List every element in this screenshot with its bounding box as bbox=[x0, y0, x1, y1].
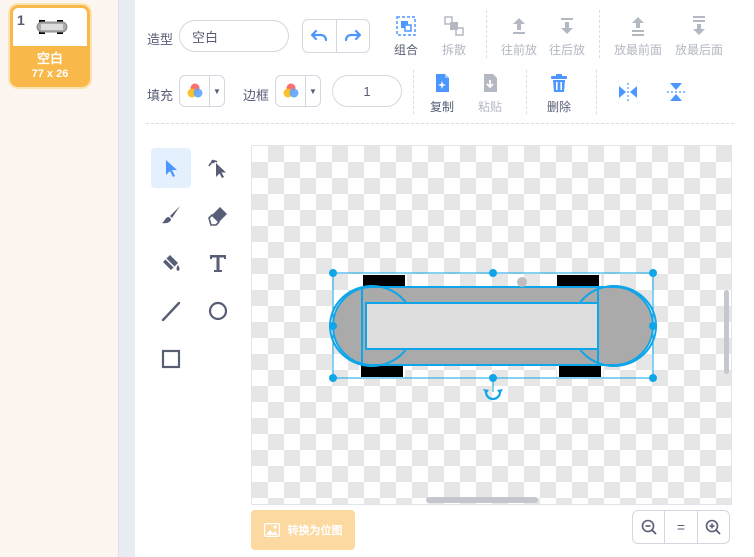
group-icon bbox=[396, 16, 416, 36]
rectangle-icon bbox=[161, 349, 181, 369]
costume-number: 1 bbox=[17, 12, 25, 28]
multicolor-swatch-icon bbox=[283, 83, 298, 98]
text-tool[interactable] bbox=[198, 243, 238, 283]
bring-to-front-icon bbox=[632, 17, 644, 36]
copy-icon bbox=[436, 74, 449, 92]
circle-icon bbox=[208, 301, 228, 321]
rectangle-tool[interactable] bbox=[151, 339, 191, 379]
canvas-vertical-scrollbar[interactable] bbox=[724, 290, 729, 374]
undo-redo-group bbox=[302, 19, 370, 53]
costume-list-pane: 1 空白 77 x 26 bbox=[0, 0, 118, 557]
drawing-canvas[interactable] bbox=[251, 145, 732, 505]
skateboard-shape bbox=[329, 273, 657, 379]
zoom-in-button[interactable] bbox=[698, 511, 729, 543]
zoom-controls: = bbox=[632, 510, 730, 544]
reshape-pointer-icon bbox=[208, 159, 226, 178]
line-icon bbox=[161, 301, 181, 322]
reshape-tool[interactable] bbox=[198, 148, 238, 188]
fill-color-swatch bbox=[180, 76, 210, 106]
paste-button[interactable]: 粘贴 bbox=[462, 72, 518, 115]
redo-icon bbox=[344, 29, 361, 42]
paint-editor: 造型 组合 拆散 往前放 往后放 bbox=[136, 0, 754, 557]
circle-tool[interactable] bbox=[198, 291, 238, 331]
eraser-tool[interactable] bbox=[198, 195, 238, 235]
front-button[interactable]: 放最前面 bbox=[610, 15, 666, 58]
chevron-down-icon: ▼ bbox=[309, 86, 317, 96]
flip-horizontal-button[interactable] bbox=[608, 72, 648, 112]
flip-vertical-icon bbox=[667, 83, 685, 101]
toolbar-separator bbox=[599, 10, 600, 58]
costume-name-input[interactable] bbox=[179, 20, 289, 52]
front-label: 放最前面 bbox=[613, 43, 662, 57]
canvas-artwork bbox=[329, 269, 657, 401]
outline-label: 边框 bbox=[243, 88, 270, 103]
paste-icon bbox=[484, 74, 497, 92]
outline-width-input[interactable] bbox=[332, 75, 402, 107]
ungroup-button[interactable]: 拆散 bbox=[426, 15, 482, 58]
fill-tool[interactable] bbox=[151, 243, 191, 283]
back-label: 放最后面 bbox=[674, 43, 723, 57]
copy-label: 复制 bbox=[429, 100, 454, 114]
toolbar-separator bbox=[486, 10, 487, 58]
trash-icon bbox=[551, 74, 567, 92]
toolbar-divider bbox=[146, 123, 734, 124]
convert-to-bitmap-button[interactable]: 转换为位图 bbox=[251, 510, 355, 550]
zoom-in-icon bbox=[706, 519, 721, 535]
canvas-horizontal-scrollbar[interactable] bbox=[426, 497, 538, 503]
convert-to-bitmap-label: 转换为位图 bbox=[287, 525, 343, 537]
undo-button[interactable] bbox=[303, 20, 337, 52]
redo-button[interactable] bbox=[337, 20, 370, 52]
delete-button[interactable]: 删除 bbox=[531, 72, 587, 115]
costume-name-label: 造型 bbox=[147, 32, 174, 47]
brush-icon bbox=[162, 206, 180, 224]
chevron-down-icon: ▼ bbox=[213, 86, 221, 96]
pane-divider bbox=[118, 0, 135, 557]
toolbar-separator bbox=[596, 70, 597, 114]
arrow-pointer-icon bbox=[166, 160, 177, 177]
ungroup-icon bbox=[444, 16, 464, 36]
paint-editor-screen: 1 空白 77 x 26 造型 组合 拆散 往前放 bbox=[0, 0, 754, 557]
costume-item[interactable]: 1 空白 77 x 26 bbox=[10, 5, 90, 87]
brush-tool[interactable] bbox=[151, 195, 191, 235]
line-tool[interactable] bbox=[151, 291, 191, 331]
flip-horizontal-icon bbox=[619, 83, 637, 101]
send-to-back-icon bbox=[693, 16, 705, 35]
zoom-reset-button[interactable]: = bbox=[665, 511, 698, 543]
outline-color-dropdown[interactable]: ▼ bbox=[275, 75, 321, 107]
ungroup-label: 拆散 bbox=[441, 43, 466, 57]
forward-icon bbox=[513, 18, 525, 34]
multicolor-swatch-icon bbox=[187, 83, 202, 98]
image-icon bbox=[263, 523, 280, 537]
zoom-out-button[interactable] bbox=[633, 511, 666, 543]
group-label: 组合 bbox=[393, 43, 418, 57]
text-t-icon bbox=[210, 255, 226, 272]
toolbar-separator bbox=[526, 70, 527, 114]
backward-label: 往后放 bbox=[548, 43, 585, 57]
paint-bucket-icon bbox=[163, 255, 180, 271]
costume-name: 空白 bbox=[36, 51, 63, 66]
backward-icon bbox=[561, 18, 573, 34]
fill-label: 填充 bbox=[147, 88, 174, 103]
eraser-icon bbox=[208, 207, 227, 226]
outline-color-swatch bbox=[276, 76, 306, 106]
undo-icon bbox=[311, 29, 328, 42]
delete-label: 删除 bbox=[546, 100, 571, 114]
zoom-out-icon bbox=[641, 519, 657, 535]
backward-button[interactable]: 往后放 bbox=[539, 15, 595, 58]
paste-label: 粘贴 bbox=[477, 100, 502, 114]
flip-vertical-button[interactable] bbox=[656, 72, 696, 112]
fill-color-dropdown[interactable]: ▼ bbox=[179, 75, 225, 107]
costume-size: 77 x 26 bbox=[31, 68, 69, 80]
select-tool[interactable] bbox=[151, 148, 191, 188]
forward-label: 往前放 bbox=[500, 43, 537, 57]
back-button[interactable]: 放最后面 bbox=[669, 15, 729, 58]
